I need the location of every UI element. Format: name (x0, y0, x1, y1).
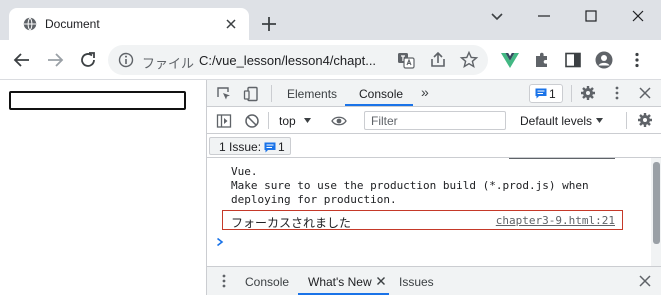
issues-count: 1 (278, 140, 285, 154)
filter-placeholder: Filter (371, 114, 398, 128)
info-icon[interactable] (118, 52, 134, 68)
focused-text-input[interactable] (9, 91, 186, 110)
close-window-icon[interactable] (627, 6, 649, 26)
issues-counter-badge[interactable]: 1 (529, 84, 563, 103)
divider (626, 112, 627, 129)
context-selector[interactable]: top (279, 114, 296, 128)
console-message-row: フォーカスされました chapter3-9.html:21 (222, 210, 623, 230)
truncated-source-link (509, 158, 615, 159)
side-panel-icon[interactable] (563, 50, 583, 70)
tab-search-chevron-icon[interactable] (486, 6, 508, 26)
dropdown-triangle-icon (304, 118, 311, 123)
drawer-tab-whats-new[interactable]: What's New (308, 275, 372, 289)
devtools-panel: Elements Console » 1 top Filter Default … (206, 80, 661, 295)
divider (271, 85, 272, 102)
browser-title-bar: Document (0, 0, 661, 40)
divider (268, 112, 269, 129)
close-drawer-tab-icon[interactable] (376, 276, 386, 286)
new-tab-icon[interactable] (259, 14, 279, 34)
live-expression-eye-icon[interactable] (331, 113, 347, 129)
tab-console[interactable]: Console (359, 87, 403, 101)
filter-input[interactable]: Filter (364, 111, 506, 130)
console-message-text: フォーカスされました (231, 216, 352, 230)
devtools-menu-icon[interactable] (609, 85, 625, 101)
drawer-tab-bar: Console What's New Issues (207, 266, 661, 295)
scrollbar-thumb[interactable] (653, 162, 660, 244)
settings-gear-icon[interactable] (580, 85, 596, 101)
console-line: Make sure to use the production build (*… (231, 179, 589, 192)
console-prompt-chevron-icon[interactable] (215, 237, 225, 247)
message-icon (264, 142, 276, 153)
console-line: deploying for production. (231, 193, 397, 206)
clear-console-icon[interactable] (244, 113, 260, 129)
close-devtools-icon[interactable] (637, 85, 653, 101)
dropdown-triangle-icon (596, 118, 603, 123)
reload-icon[interactable] (78, 50, 98, 70)
close-drawer-icon[interactable] (637, 273, 653, 289)
active-tab-indicator (345, 104, 413, 106)
forward-arrow-icon[interactable] (45, 50, 65, 70)
console-settings-gear-icon[interactable] (637, 112, 653, 128)
browser-toolbar: ファイル C:/vue_lesson/lesson4/chapt... (0, 40, 661, 80)
source-link[interactable]: chapter3-9.html:21 (496, 214, 615, 227)
translate-icon[interactable] (396, 50, 416, 70)
drawer-tab-issues[interactable]: Issues (399, 275, 434, 289)
console-line: Vue. (231, 165, 258, 178)
more-tabs-chevron-icon[interactable]: » (421, 84, 429, 100)
log-levels-dropdown[interactable]: Default levels (520, 114, 592, 128)
bookmark-star-icon[interactable] (459, 50, 479, 70)
console-toolbar: top Filter Default levels (207, 107, 661, 134)
profile-avatar-icon[interactable] (594, 50, 614, 70)
divider (571, 85, 572, 102)
inspect-element-icon[interactable] (216, 86, 232, 102)
issues-label: 1 Issue: (219, 140, 262, 154)
show-sidebar-icon[interactable] (216, 113, 232, 129)
globe-icon (23, 17, 37, 31)
issues-bar: 1 Issue: 1 (207, 134, 661, 158)
devtools-tab-bar: Elements Console » 1 (207, 80, 661, 107)
message-icon (535, 88, 547, 99)
page-viewport (0, 80, 206, 295)
extensions-puzzle-icon[interactable] (532, 50, 552, 70)
tab-elements[interactable]: Elements (287, 87, 337, 101)
drawer-menu-icon[interactable] (216, 273, 232, 289)
console-output: Vue. Make sure to use the production bui… (207, 158, 651, 266)
issues-badge-count: 1 (549, 87, 556, 101)
url-text[interactable]: C:/vue_lesson/lesson4/chapt... (199, 53, 376, 68)
chrome-menu-icon[interactable] (627, 50, 647, 70)
browser-tab[interactable]: Document (9, 8, 249, 40)
back-arrow-icon[interactable] (12, 50, 32, 70)
minimize-icon[interactable] (533, 6, 555, 26)
vue-devtools-icon[interactable] (500, 50, 520, 70)
console-scrollbar[interactable] (651, 158, 661, 266)
device-toolbar-icon[interactable] (243, 86, 259, 102)
drawer-tab-console[interactable]: Console (245, 275, 289, 289)
issues-button[interactable]: 1 Issue: 1 (209, 137, 291, 155)
security-label: ファイル (142, 56, 195, 71)
close-tab-icon[interactable] (223, 16, 239, 32)
share-icon[interactable] (428, 50, 448, 70)
maximize-icon[interactable] (580, 6, 602, 26)
tab-title: Document (45, 17, 100, 31)
